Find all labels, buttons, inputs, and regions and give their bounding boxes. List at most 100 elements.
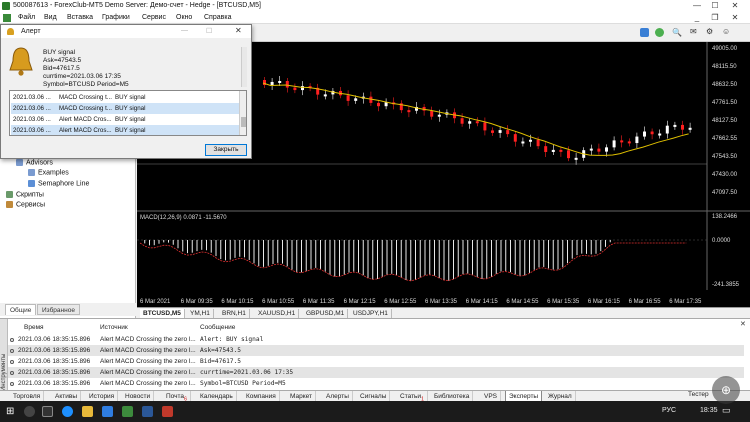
alert-close-button[interactable]: Закрыть — [205, 144, 247, 156]
price-tick-label: 47430.00 — [712, 172, 738, 178]
log-source: Alert MACD Crossing the zero l... — [100, 380, 196, 387]
chart-tab-usdjpy[interactable]: USDJPY,H1 — [350, 309, 392, 318]
log-message: Alert: BUY signal — [200, 336, 264, 343]
app-logo-icon — [2, 2, 10, 10]
side-toolbox[interactable]: Инструменты — [0, 319, 8, 391]
menu-help[interactable]: Справка — [204, 14, 231, 21]
profile-icon[interactable]: ☺ — [722, 27, 730, 36]
chart-tab-ym[interactable]: YM,H1 — [187, 309, 214, 318]
menu-view[interactable]: Вид — [44, 14, 57, 21]
time-tick-label: 6 Mar 12:55 — [384, 299, 417, 305]
alert-row-source: Alert MACD Cros... — [59, 127, 112, 134]
candle — [567, 150, 570, 159]
search-icon[interactable]: 🔍 — [672, 28, 682, 37]
zoom-icon[interactable]: ⊕ — [712, 376, 740, 404]
candle — [498, 130, 502, 133]
candle — [673, 124, 677, 127]
menu-tools[interactable]: Сервис — [142, 14, 166, 21]
chat-icon[interactable]: ✉ — [690, 27, 697, 36]
settings-icon[interactable]: ⚙ — [706, 27, 713, 36]
expert-icon — [28, 180, 35, 187]
nav-item-services[interactable]: Сервисы — [6, 201, 45, 208]
log-row[interactable]: 2021.03.06 18:35:15.896 Alert MACD Cross… — [8, 378, 744, 389]
alert-row[interactable]: 2021.03.06 ... Alert MACD Cros... BUY si… — [11, 114, 239, 125]
candle — [529, 139, 532, 142]
minimize-icon[interactable]: — — [690, 1, 704, 11]
log-row[interactable]: 2021.03.06 18:35:15.896 Alert MACD Cross… — [8, 356, 744, 367]
tray-lang[interactable]: РУС — [662, 407, 676, 414]
nav-item-semaphore-line[interactable]: Semaphore Line — [28, 180, 89, 187]
log-source: Alert MACD Crossing the zero l... — [100, 369, 196, 376]
close-panel-icon[interactable]: ✕ — [740, 320, 746, 328]
alert-close-icon[interactable]: ✕ — [235, 26, 242, 35]
candle — [346, 95, 350, 101]
task-view-icon[interactable] — [42, 406, 53, 417]
candle — [377, 102, 380, 107]
chart-tab-xauusd[interactable]: XAUUSD,H1 — [255, 309, 300, 318]
time-tick-label: 6 Mar 2021 — [140, 299, 171, 305]
alert-minimize-icon[interactable]: — — [181, 27, 188, 34]
nav-item-advisors[interactable]: Advisors — [16, 159, 53, 166]
child-minimize-icon[interactable]: _ — [690, 13, 704, 23]
menu-charts[interactable]: Графики — [102, 14, 130, 21]
log-header-message[interactable]: Сообщение — [200, 324, 235, 331]
chart-tab-btcusd[interactable]: BTCUSD,M5 — [140, 309, 185, 318]
alert-list-scrollbar[interactable] — [239, 91, 246, 135]
status-icon[interactable] — [655, 28, 664, 37]
tester-label[interactable]: Тестер — [688, 391, 709, 398]
child-restore-icon[interactable]: ❐ — [708, 13, 722, 23]
price-tick-label: 48632.50 — [712, 82, 738, 88]
log-header-source[interactable]: Источник — [100, 324, 128, 331]
chart-tab-brn[interactable]: BRN,H1 — [219, 309, 250, 318]
media-icon[interactable] — [162, 406, 173, 417]
search-icon[interactable] — [24, 406, 35, 417]
price-tick-label: 47761.50 — [712, 100, 738, 106]
menu-insert[interactable]: Вставка — [67, 14, 93, 21]
log-row[interactable]: 2021.03.06 18:35:15.896 Alert MACD Cross… — [8, 334, 744, 345]
chart-tab-gbpusd[interactable]: GBPUSD,M1 — [303, 309, 349, 318]
services-icon — [6, 201, 13, 208]
store-icon[interactable] — [102, 406, 113, 417]
edge-icon[interactable] — [62, 406, 73, 417]
alert-row[interactable]: 2021.03.06 ... MACD Crossing t... BUY si… — [11, 92, 239, 103]
alert-maximize-icon[interactable]: ☐ — [206, 27, 212, 35]
candle — [475, 121, 479, 124]
candle — [491, 130, 494, 133]
windows-taskbar: ⊞ РУС 18:35 ▭ — [0, 401, 750, 422]
explorer-icon[interactable] — [82, 406, 93, 417]
candle — [285, 80, 289, 88]
log-row[interactable]: 2021.03.06 18:35:15.896 Alert MACD Cross… — [8, 345, 744, 356]
nav-item-scripts[interactable]: Скрипты — [6, 191, 44, 198]
child-close-icon[interactable]: ✕ — [728, 13, 742, 23]
menu-file[interactable]: Файл — [18, 14, 35, 21]
alert-row-time: 2021.03.06 ... — [13, 94, 51, 101]
start-icon[interactable]: ⊞ — [6, 406, 14, 417]
word-icon[interactable] — [142, 406, 153, 417]
log-time: 2021.03.06 18:35:15.896 — [18, 358, 91, 365]
log-row[interactable]: 2021.03.06 18:35:15.896 Alert MACD Cross… — [8, 367, 744, 378]
alert-row-time: 2021.03.06 ... — [13, 127, 51, 134]
message-scrollbar[interactable] — [241, 47, 247, 87]
account-icon[interactable] — [640, 28, 649, 37]
log-header-time[interactable]: Время — [24, 324, 44, 331]
candle — [551, 149, 555, 153]
tray-time[interactable]: 18:35 — [700, 407, 718, 414]
log-source: Alert MACD Crossing the zero l... — [100, 358, 196, 365]
alert-list[interactable]: 2021.03.06 ... MACD Crossing t... BUY si… — [9, 90, 247, 136]
info-icon — [10, 371, 14, 375]
alert-row[interactable]: 2021.03.06 ... Alert MACD Cros... BUY si… — [11, 125, 239, 135]
document-icon — [3, 14, 11, 22]
notification-icon[interactable]: ▭ — [722, 405, 731, 416]
metatrader-icon[interactable] — [122, 406, 133, 417]
maximize-icon[interactable]: ☐ — [708, 1, 722, 11]
candle — [301, 86, 304, 91]
close-icon[interactable]: ✕ — [728, 1, 742, 11]
nav-item-examples[interactable]: Examples — [28, 169, 69, 176]
tab-general[interactable]: Общие — [5, 304, 37, 315]
indicator-level-label: -241.3855 — [712, 282, 740, 288]
nav-label: Сервисы — [16, 201, 46, 209]
menu-window[interactable]: Окно — [176, 14, 192, 21]
alert-row[interactable]: 2021.03.06 ... MACD Crossing t... BUY si… — [11, 103, 239, 114]
scripts-icon — [6, 191, 13, 198]
tab-favorites[interactable]: Избранное — [37, 304, 80, 315]
